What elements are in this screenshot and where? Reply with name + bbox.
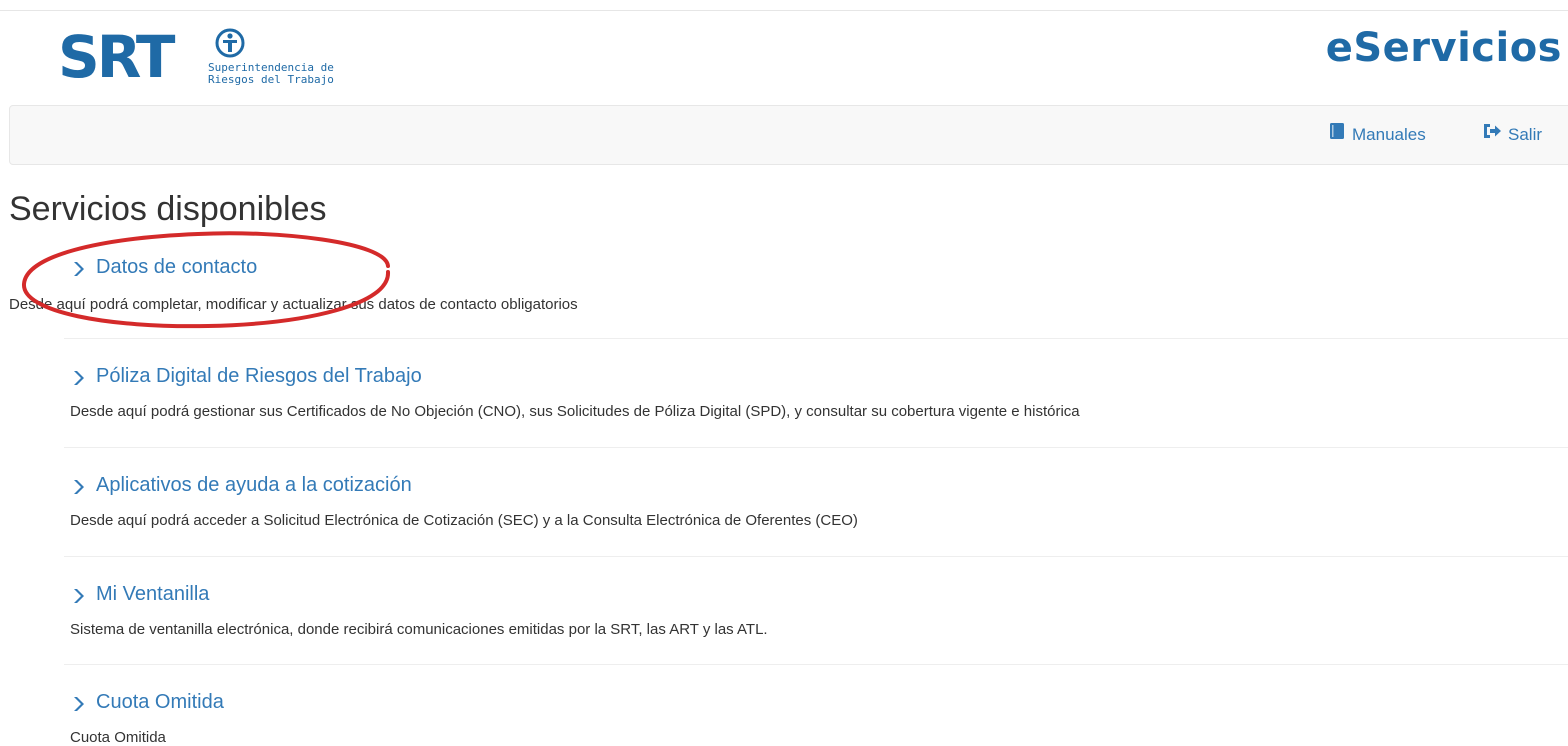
service-link-datos-de-contacto[interactable]: Datos de contacto	[70, 256, 257, 279]
service-description: Desde aquí podrá gestionar sus Certifica…	[70, 403, 1080, 420]
divider	[64, 447, 1568, 448]
sign-out-icon	[1482, 106, 1502, 164]
manuales-label: Manuales	[1352, 125, 1426, 144]
divider	[64, 664, 1568, 665]
chevron-right-icon	[70, 587, 86, 603]
service-description: Desde aquí podrá acceder a Solicitud Ele…	[70, 512, 858, 529]
service-title: Cuota Omitida	[96, 691, 224, 713]
divider	[64, 556, 1568, 557]
page-title: Servicios disponibles	[9, 190, 327, 228]
chevron-right-icon	[70, 478, 86, 494]
service-title: Póliza Digital de Riesgos del Trabajo	[96, 365, 422, 387]
annotation-ellipse	[21, 231, 391, 329]
chevron-right-icon	[70, 260, 86, 276]
chevron-right-icon	[70, 369, 86, 385]
manuales-link[interactable]: Manuales	[1328, 106, 1426, 164]
navbar: Manuales Salir	[9, 105, 1568, 165]
service-link-mi-ventanilla[interactable]: Mi Ventanilla	[70, 583, 209, 606]
service-description: Cuota Omitida	[70, 729, 166, 746]
brand-title: eServicios	[1325, 25, 1562, 71]
book-icon	[1328, 106, 1346, 164]
service-link-aplicativos-cotizacion[interactable]: Aplicativos de ayuda a la cotización	[70, 474, 412, 497]
service-title: Mi Ventanilla	[96, 583, 210, 605]
salir-link[interactable]: Salir	[1482, 106, 1542, 164]
service-link-poliza-digital[interactable]: Póliza Digital de Riesgos del Trabajo	[70, 365, 422, 388]
svg-text:SRT: SRT	[58, 27, 176, 87]
page-header: SRT Superintendencia de Riesgos del Trab…	[0, 11, 1568, 105]
divider	[64, 338, 1568, 339]
srt-logo[interactable]: SRT Superintendencia de Riesgos del Trab…	[58, 27, 378, 87]
svg-text:Riesgos del Trabajo: Riesgos del Trabajo	[208, 73, 334, 86]
service-title: Datos de contacto	[96, 256, 258, 278]
salir-label: Salir	[1508, 125, 1543, 144]
chevron-right-icon	[70, 695, 86, 711]
service-link-cuota-omitida[interactable]: Cuota Omitida	[70, 691, 224, 714]
service-title: Aplicativos de ayuda a la cotización	[96, 474, 412, 496]
service-description: Desde aquí podrá completar, modificar y …	[9, 296, 578, 313]
service-description: Sistema de ventanilla electrónica, donde…	[70, 621, 768, 638]
